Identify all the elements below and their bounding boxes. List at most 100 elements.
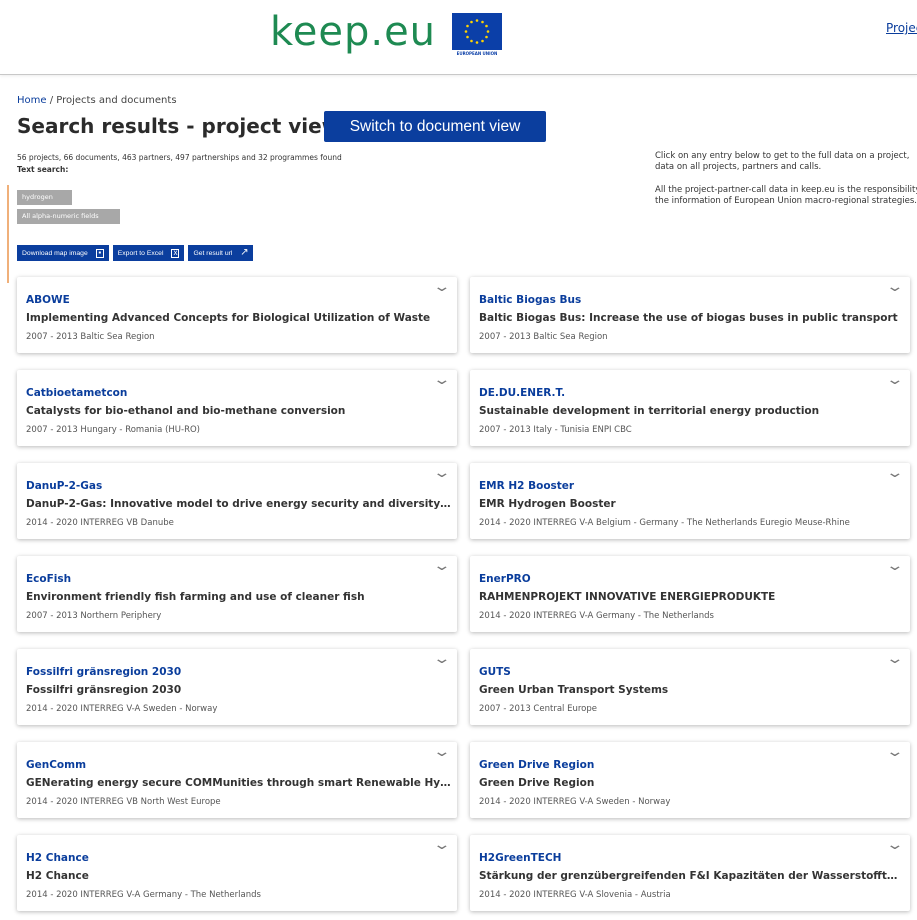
project-programme: 2014 - 2020 INTERREG V-A Sweden - Norway xyxy=(26,704,218,714)
download-map-label: Download map image xyxy=(22,249,88,257)
project-acronym-link[interactable]: Catbioetametcon xyxy=(26,387,127,399)
project-acronym-link[interactable]: Green Drive Region xyxy=(479,759,594,771)
info-line: All the project-partner-call data in kee… xyxy=(655,185,917,195)
image-file-icon: ▪ xyxy=(95,248,104,258)
project-programme: 2007 - 2013 Hungary - Romania (HU-RO) xyxy=(26,425,200,435)
project-acronym-link[interactable]: DE.DU.ENER.T. xyxy=(479,387,565,399)
project-card[interactable]: ⌄ ABOWE Implementing Advanced Concepts f… xyxy=(17,277,457,353)
project-card[interactable]: ⌄ Fossilfri gränsregion 2030 Fossilfri g… xyxy=(17,649,457,725)
project-card[interactable]: ⌄ DE.DU.ENER.T. Sustainable development … xyxy=(470,370,910,446)
keep-eu-logo[interactable]: keep.eu xyxy=(270,4,436,60)
eu-flag-icon xyxy=(452,13,502,50)
project-programme: 2014 - 2020 INTERREG V-A Germany - The N… xyxy=(479,611,714,621)
project-name: H2 Chance xyxy=(26,870,89,882)
export-excel-label: Export to Excel xyxy=(117,249,164,257)
external-link-icon: ↗ xyxy=(240,247,249,258)
eu-label: EUROPEAN UNION xyxy=(456,51,498,56)
project-card[interactable]: ⌄ EMR H2 Booster EMR Hydrogen Booster 20… xyxy=(470,463,910,539)
project-acronym-link[interactable]: H2GreenTECH xyxy=(479,852,561,864)
project-acronym-link[interactable]: H2 Chance xyxy=(26,852,89,864)
project-programme: 2014 - 2020 INTERREG VB Danube xyxy=(26,518,174,528)
text-search-label: Text search: xyxy=(17,165,69,174)
page-title: Search results - project view xyxy=(17,114,341,138)
chevron-down-icon[interactable]: ⌄ xyxy=(433,465,452,481)
export-to-excel-button[interactable]: Export to Excel x xyxy=(112,245,185,261)
chevron-down-icon[interactable]: ⌄ xyxy=(886,744,905,760)
search-fields-chip[interactable]: All alpha-numeric fields xyxy=(17,209,120,224)
breadcrumb-separator: / xyxy=(46,95,57,106)
breadcrumb-current: Projects and documents xyxy=(56,95,177,106)
chevron-down-icon[interactable]: ⌄ xyxy=(433,279,452,295)
chevron-down-icon[interactable]: ⌄ xyxy=(433,372,452,388)
project-programme: 2014 - 2020 INTERREG V-A Belgium - Germa… xyxy=(479,518,850,528)
nav-link-projects[interactable]: Projects xyxy=(886,21,917,35)
breadcrumb: Home / Projects and documents xyxy=(17,95,177,106)
toolbar: Download map image ▪ Export to Excel x G… xyxy=(17,245,254,261)
project-card[interactable]: ⌄ H2GreenTECH Stärkung der grenzübergrei… xyxy=(470,835,910,911)
chevron-down-icon[interactable]: ⌄ xyxy=(886,558,905,574)
project-acronym-link[interactable]: EMR H2 Booster xyxy=(479,480,574,492)
info-text: Click on any entry below to get to the f… xyxy=(655,151,917,219)
project-card[interactable]: ⌄ H2 Chance H2 Chance 2014 - 2020 INTERR… xyxy=(17,835,457,911)
get-result-url-button[interactable]: Get result url ↗ xyxy=(188,245,254,261)
project-name: Implementing Advanced Concepts for Biolo… xyxy=(26,312,431,324)
project-programme: 2007 - 2013 Baltic Sea Region xyxy=(26,332,155,342)
project-name: Green Drive Region xyxy=(479,777,595,789)
project-card[interactable]: ⌄ GenComm GENerating energy secure COMMu… xyxy=(17,742,457,818)
project-name: DanuP-2-Gas: Innovative model to drive e… xyxy=(26,498,451,510)
project-card[interactable]: ⌄ Baltic Biogas Bus Baltic Biogas Bus: I… xyxy=(470,277,910,353)
chevron-down-icon[interactable]: ⌄ xyxy=(886,837,905,853)
site-header: keep.eu EUROPEAN UNION Projects xyxy=(0,0,917,75)
project-programme: 2014 - 2020 INTERREG VB North West Europ… xyxy=(26,797,221,807)
project-name: Sustainable development in territorial e… xyxy=(479,405,820,417)
project-card[interactable]: ⌄ EnerPRO RAHMENPROJEKT INNOVATIVE ENERG… xyxy=(470,556,910,632)
project-acronym-link[interactable]: GenComm xyxy=(26,759,86,771)
project-acronym-link[interactable]: DanuP-2-Gas xyxy=(26,480,102,492)
project-acronym-link[interactable]: EnerPRO xyxy=(479,573,531,585)
project-acronym-link[interactable]: EcoFish xyxy=(26,573,71,585)
chevron-down-icon[interactable]: ⌄ xyxy=(886,651,905,667)
chevron-down-icon[interactable]: ⌄ xyxy=(433,744,452,760)
chevron-down-icon[interactable]: ⌄ xyxy=(433,837,452,853)
project-programme: 2014 - 2020 INTERREG V-A Slovenia - Aust… xyxy=(479,890,671,900)
project-card[interactable]: ⌄ Catbioetametcon Catalysts for bio-etha… xyxy=(17,370,457,446)
project-card[interactable]: ⌄ GUTS Green Urban Transport Systems 200… xyxy=(470,649,910,725)
chevron-down-icon[interactable]: ⌄ xyxy=(433,651,452,667)
project-acronym-link[interactable]: ABOWE xyxy=(26,294,70,306)
project-programme: 2007 - 2013 Northern Periphery xyxy=(26,611,162,621)
results-summary: 56 projects, 66 documents, 463 partners,… xyxy=(17,153,342,162)
side-accent xyxy=(7,185,9,283)
project-name: Green Urban Transport Systems xyxy=(479,684,669,696)
excel-file-icon: x xyxy=(171,248,180,258)
project-programme: 2007 - 2013 Central Europe xyxy=(479,704,597,714)
project-programme: 2007 - 2013 Italy - Tunisia ENPI CBC xyxy=(479,425,632,435)
chevron-down-icon[interactable]: ⌄ xyxy=(886,465,905,481)
result-url-label: Get result url xyxy=(193,249,233,257)
breadcrumb-home-link[interactable]: Home xyxy=(17,95,47,106)
project-name: Fossilfri gränsregion 2030 xyxy=(26,684,182,696)
info-line: the information of European Union macro-… xyxy=(655,196,917,206)
project-name: GENerating energy secure COMMunities thr… xyxy=(26,777,451,789)
chevron-down-icon[interactable]: ⌄ xyxy=(886,372,905,388)
project-card[interactable]: ⌄ DanuP-2-Gas DanuP-2-Gas: Innovative mo… xyxy=(17,463,457,539)
search-term-chip[interactable]: hydrogen xyxy=(17,190,72,205)
project-name: EMR Hydrogen Booster xyxy=(479,498,616,510)
project-card[interactable]: ⌄ EcoFish Environment friendly fish farm… xyxy=(17,556,457,632)
project-name: RAHMENPROJEKT INNOVATIVE ENERGIEPRODUKTE xyxy=(479,591,776,603)
chevron-down-icon[interactable]: ⌄ xyxy=(433,558,452,574)
project-programme: 2014 - 2020 INTERREG V-A Sweden - Norway xyxy=(479,797,671,807)
project-programme: 2014 - 2020 INTERREG V-A Germany - The N… xyxy=(26,890,261,900)
project-name: Baltic Biogas Bus: Increase the use of b… xyxy=(479,312,898,324)
info-line: Click on any entry below to get to the f… xyxy=(655,151,910,161)
switch-to-document-view-button[interactable]: Switch to document view xyxy=(324,111,546,142)
project-name: Environment friendly fish farming and us… xyxy=(26,591,365,603)
project-card[interactable]: ⌄ Green Drive Region Green Drive Region … xyxy=(470,742,910,818)
chevron-down-icon[interactable]: ⌄ xyxy=(886,279,905,295)
info-line: data on all projects, partners and calls… xyxy=(655,162,822,172)
project-acronym-link[interactable]: GUTS xyxy=(479,666,511,678)
project-name: Catalysts for bio-ethanol and bio-methan… xyxy=(26,405,346,417)
project-name: Stärkung der grenzübergreifenden F&I Kap… xyxy=(479,870,904,882)
project-acronym-link[interactable]: Baltic Biogas Bus xyxy=(479,294,581,306)
project-acronym-link[interactable]: Fossilfri gränsregion 2030 xyxy=(26,666,181,678)
download-map-image-button[interactable]: Download map image ▪ xyxy=(17,245,109,261)
